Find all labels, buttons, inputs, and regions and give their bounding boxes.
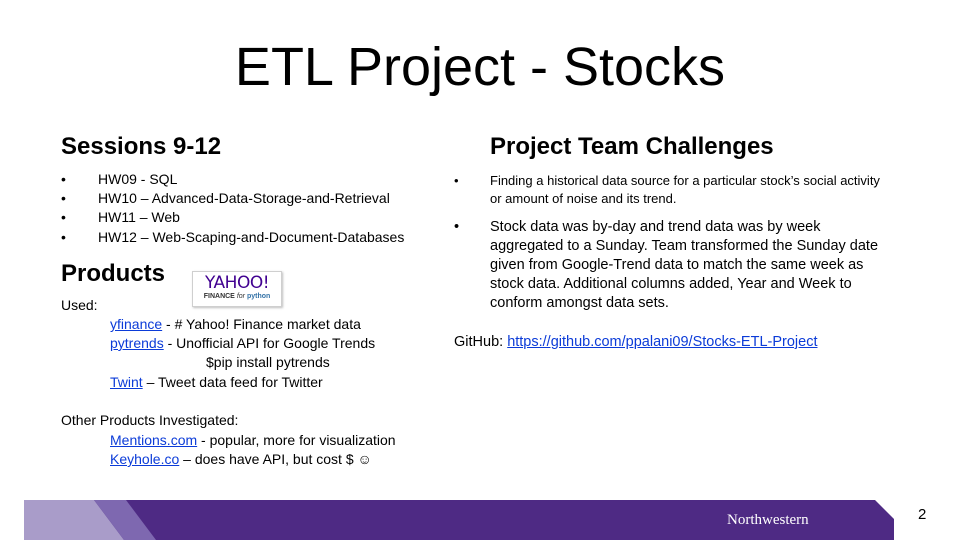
yfinance-link[interactable]: yfinance (110, 316, 162, 332)
list-item: HW11 – Web (61, 208, 441, 227)
products-heading: Products (61, 260, 166, 287)
product-twint: Twint – Tweet data feed for Twitter (110, 374, 323, 390)
mentions-link[interactable]: Mentions.com (110, 432, 197, 448)
github-label: GitHub: (454, 334, 508, 350)
pip-install-command: $pip install pytrends (206, 354, 330, 370)
product-yfinance: yfinance - # Yahoo! Finance market data (110, 316, 361, 332)
sessions-heading: Sessions 9-12 (61, 133, 222, 160)
yahoo-logo-subtitle: FINANCE for python (203, 293, 271, 300)
product-mentions: Mentions.com - popular, more for visuali… (110, 432, 396, 448)
used-label: Used: (61, 297, 98, 313)
northwestern-wordmark: Northwestern (727, 512, 809, 528)
pytrends-link[interactable]: pytrends (110, 335, 164, 351)
product-pytrends: pytrends - Unofficial API for Google Tre… (110, 335, 376, 351)
list-item: Finding a historical data source for a p… (454, 172, 894, 208)
product-keyhole: Keyhole.co – does have API, but cost $ ☺ (110, 451, 372, 467)
slide-title: ETL Project - Stocks (234, 37, 726, 97)
twint-link[interactable]: Twint (110, 374, 143, 390)
list-item: HW12 – Web-Scaping-and-Document-Database… (61, 228, 441, 247)
challenges-list: Finding a historical data source for a p… (454, 172, 894, 313)
sessions-list: HW09 - SQL HW10 – Advanced-Data-Storage-… (61, 170, 441, 247)
list-item: HW10 – Advanced-Data-Storage-and-Retriev… (61, 189, 441, 208)
other-products-label: Other Products Investigated: (61, 412, 239, 428)
github-link[interactable]: https://github.com/ppalani09/Stocks-ETL-… (507, 334, 817, 350)
list-item: Stock data was by-day and trend data was… (454, 218, 894, 313)
challenges-heading: Project Team Challenges (490, 133, 774, 160)
github-line: GitHub: https://github.com/ppalani09/Sto… (454, 333, 817, 352)
list-item: HW09 - SQL (61, 170, 441, 189)
yahoo-finance-python-logo: YAHOO! FINANCE for python (192, 271, 282, 307)
yahoo-logo-word: YAHOO! (204, 273, 270, 293)
page-number: 2 (918, 506, 927, 523)
keyhole-link[interactable]: Keyhole.co (110, 451, 179, 467)
